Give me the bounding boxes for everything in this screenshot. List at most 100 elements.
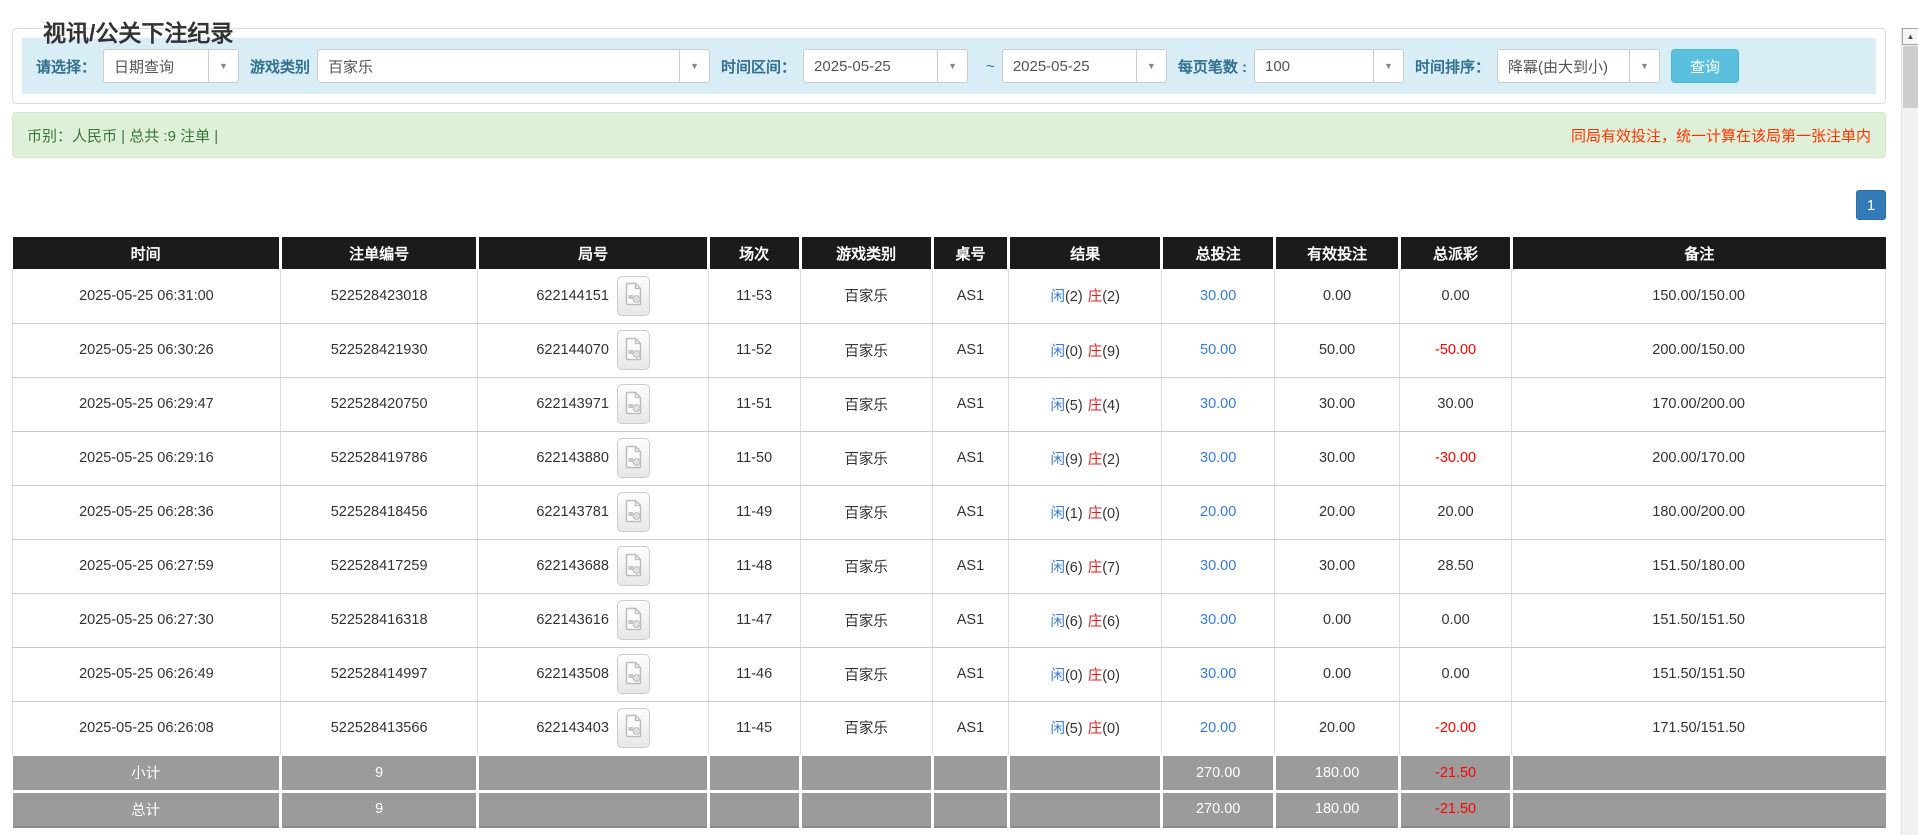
result-banker-label: 庄 [1088,506,1103,522]
cell-payout: -50.00 [1399,323,1511,377]
cell-table-no: AS1 [932,485,1009,539]
page-size-label: 每页笔数 : [1178,56,1247,77]
result-banker-label: 庄 [1088,721,1103,737]
sort-value: 降冪(由大到小) [1498,56,1629,77]
cell-total-bet[interactable]: 30.00 [1162,593,1275,647]
cell-time: 2025-05-25 06:26:49 [13,647,281,701]
table-row: 2025-05-25 06:29:16 522528419786 6221438… [13,431,1886,485]
chevron-down-icon: ▼ [937,50,967,82]
cell-remark: 170.00/200.00 [1512,377,1886,431]
date-from-value: 2025-05-25 [804,58,937,75]
cell-total-bet[interactable]: 20.00 [1162,701,1275,755]
chevron-down-icon: ▼ [679,50,709,82]
cell-result: 闲(5)庄(0) [1009,701,1162,755]
cell-total-bet[interactable]: 20.00 [1162,485,1275,539]
result-banker-value: (4) [1102,398,1120,414]
cell-game-type: 百家乐 [800,701,932,755]
header-bet-id: 注单编号 [280,237,478,269]
result-banker-value: (2) [1102,289,1120,305]
cell-payout: 0.00 [1399,647,1511,701]
cell-session: 11-53 [708,269,800,323]
date-from-dropdown[interactable]: 2025-05-25 ▼ [803,49,968,83]
table-header-row: 时间 注单编号 局号 场次 游戏类别 桌号 结果 总投注 有效投注 总派彩 备注 [13,237,1886,269]
cell-session: 11-50 [708,431,800,485]
bet-records-table: 时间 注单编号 局号 场次 游戏类别 桌号 结果 总投注 有效投注 总派彩 备注… [12,237,1886,828]
page-size-dropdown[interactable]: 100 ▼ [1254,49,1404,83]
query-type-dropdown[interactable]: 日期查询 ▼ [103,49,239,83]
header-time: 时间 [13,237,281,269]
cell-round-id: 622143508 [478,647,708,701]
cell-total-bet[interactable]: 30.00 [1162,377,1275,431]
video-replay-button[interactable] [617,384,650,424]
cell-valid-bet: 30.00 [1275,539,1400,593]
game-type-label: 游戏类别 [250,56,310,77]
video-replay-button[interactable] [617,330,650,370]
page-1-button[interactable]: 1 [1856,190,1886,220]
notice-text: 同局有效投注，统一计算在该局第一张注单内 [1571,125,1871,146]
video-replay-button[interactable] [617,492,650,532]
subtotal-payout: -21.50 [1399,755,1511,791]
cell-bet-id: 522528418456 [280,485,478,539]
result-banker-value: (7) [1102,560,1120,576]
result-banker-value: (9) [1102,344,1120,360]
cell-result: 闲(6)庄(6) [1009,593,1162,647]
cell-valid-bet: 0.00 [1275,647,1400,701]
cell-remark: 150.00/150.00 [1512,269,1886,323]
cell-time: 2025-05-25 06:30:26 [13,323,281,377]
cell-session: 11-45 [708,701,800,755]
video-replay-button[interactable] [617,546,650,586]
search-button[interactable]: 查询 [1671,49,1739,83]
scroll-thumb[interactable] [1903,46,1918,108]
cell-total-bet[interactable]: 30.00 [1162,647,1275,701]
pagination: 1 [12,190,1886,220]
cell-total-bet[interactable]: 30.00 [1162,539,1275,593]
result-player-value: (6) [1065,614,1083,630]
cell-round-id: 622143971 [478,377,708,431]
table-body: 2025-05-25 06:31:00 522528423018 6221441… [13,269,1886,755]
header-valid-bet: 有效投注 [1275,237,1400,269]
cell-result: 闲(2)庄(2) [1009,269,1162,323]
total-valid-bet: 180.00 [1275,791,1400,827]
video-replay-button[interactable] [617,438,650,478]
header-game-type: 游戏类别 [800,237,932,269]
video-file-icon [624,391,643,415]
cell-payout: -30.00 [1399,431,1511,485]
filter-bar: 请选择： 日期查询 ▼ 游戏类别 百家乐 ▼ 时间区间： 2025-05-25 … [22,38,1876,94]
vertical-scrollbar[interactable]: ▲ ▼ [1901,28,1918,835]
cell-session: 11-51 [708,377,800,431]
cell-table-no: AS1 [932,647,1009,701]
video-replay-button[interactable] [617,276,650,316]
date-to-dropdown[interactable]: 2025-05-25 ▼ [1002,49,1167,83]
result-banker-label: 庄 [1088,560,1103,576]
cell-round-id: 622143403 [478,701,708,755]
cell-game-type: 百家乐 [800,647,932,701]
round-number: 622143781 [536,504,609,520]
game-type-dropdown[interactable]: 百家乐 ▼ [317,49,710,83]
select-type-label: 请选择： [36,56,96,77]
cell-remark: 171.50/151.50 [1512,701,1886,755]
total-label: 总计 [13,791,281,827]
chevron-down-icon: ▼ [208,50,238,82]
header-result: 结果 [1009,237,1162,269]
result-banker-value: (0) [1102,668,1120,684]
result-player-label: 闲 [1050,560,1065,576]
result-player-value: (5) [1065,721,1083,737]
video-replay-button[interactable] [617,708,650,748]
cell-result: 闲(0)庄(0) [1009,647,1162,701]
video-replay-button[interactable] [617,654,650,694]
chevron-down-icon: ▼ [1629,50,1659,82]
header-round-id: 局号 [478,237,708,269]
cell-time: 2025-05-25 06:29:47 [13,377,281,431]
page-size-value: 100 [1255,58,1373,75]
video-replay-button[interactable] [617,600,650,640]
cell-total-bet[interactable]: 30.00 [1162,431,1275,485]
cell-total-bet[interactable]: 50.00 [1162,323,1275,377]
cell-payout: 20.00 [1399,485,1511,539]
chevron-down-icon: ▼ [1373,50,1403,82]
cell-total-bet[interactable]: 30.00 [1162,269,1275,323]
video-file-icon [624,282,643,306]
sort-dropdown[interactable]: 降冪(由大到小) ▼ [1497,49,1660,83]
table-row: 2025-05-25 06:27:30 522528416318 6221436… [13,593,1886,647]
scroll-up-button[interactable]: ▲ [1902,28,1918,45]
result-player-label: 闲 [1050,668,1065,684]
